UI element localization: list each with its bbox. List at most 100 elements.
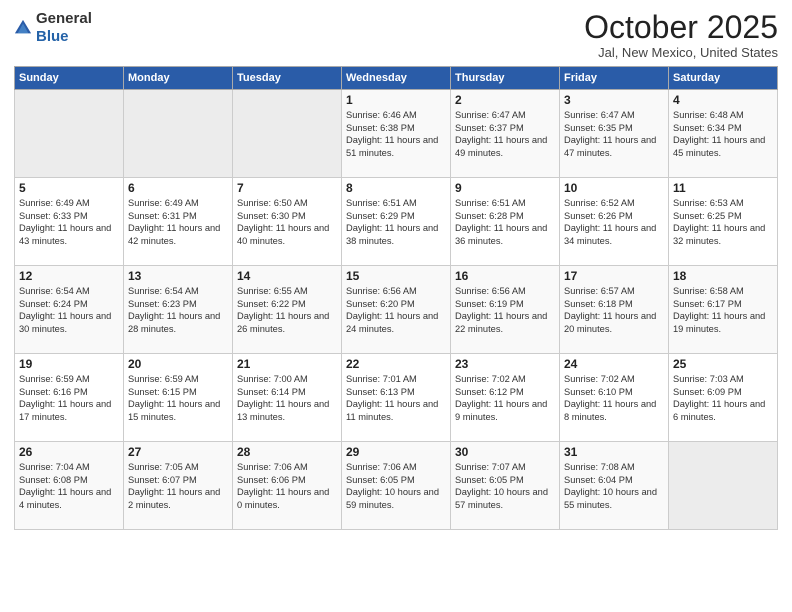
day-number: 28 bbox=[237, 445, 337, 459]
main-container: General Blue October 2025 Jal, New Mexic… bbox=[0, 0, 792, 540]
cell-w3-d1: 12Sunrise: 6:54 AMSunset: 6:24 PMDayligh… bbox=[15, 266, 124, 354]
day-number: 30 bbox=[455, 445, 555, 459]
header-row: Sunday Monday Tuesday Wednesday Thursday… bbox=[15, 67, 778, 90]
cell-w2-d2: 6Sunrise: 6:49 AMSunset: 6:31 PMDaylight… bbox=[124, 178, 233, 266]
day-number: 29 bbox=[346, 445, 446, 459]
cell-content: Sunrise: 6:56 AMSunset: 6:19 PMDaylight:… bbox=[455, 285, 555, 335]
week-row-1: 1 Sunrise: 6:46 AMSunset: 6:38 PMDaylight… bbox=[15, 90, 778, 178]
cell-content: Sunrise: 6:52 AMSunset: 6:26 PMDaylight:… bbox=[564, 197, 664, 247]
cell-w4-d6: 24 Sunrise: 7:02 AMSunset: 6:10 PMDayligh… bbox=[560, 354, 669, 442]
cell-w3-d2: 13 Sunrise: 6:54 AMSunset: 6:23 PMDayligh… bbox=[124, 266, 233, 354]
logo-text: General Blue bbox=[36, 10, 92, 46]
cell-content: Sunrise: 7:03 AMSunset: 6:09 PMDaylight:… bbox=[673, 373, 773, 423]
cell-w4-d4: 22 Sunrise: 7:01 AMSunset: 6:13 PMDayligh… bbox=[342, 354, 451, 442]
cell-w4-d2: 20 Sunrise: 6:59 AMSunset: 6:15 PMDayligh… bbox=[124, 354, 233, 442]
col-friday: Friday bbox=[560, 67, 669, 90]
logo-icon bbox=[14, 19, 32, 37]
cell-content: Sunrise: 6:59 AMSunset: 6:16 PMDaylight:… bbox=[19, 373, 119, 423]
week-row-3: 12Sunrise: 6:54 AMSunset: 6:24 PMDayligh… bbox=[15, 266, 778, 354]
cell-w4-d1: 19Sunrise: 6:59 AMSunset: 6:16 PMDayligh… bbox=[15, 354, 124, 442]
day-number: 6 bbox=[128, 181, 228, 195]
cell-w3-d4: 15Sunrise: 6:56 AMSunset: 6:20 PMDayligh… bbox=[342, 266, 451, 354]
col-wednesday: Wednesday bbox=[342, 67, 451, 90]
location: Jal, New Mexico, United States bbox=[584, 45, 778, 60]
header-area: General Blue October 2025 Jal, New Mexic… bbox=[14, 10, 778, 60]
logo: General Blue bbox=[14, 10, 92, 46]
cell-content: Sunrise: 6:46 AMSunset: 6:38 PMDaylight:… bbox=[346, 109, 446, 159]
cell-content: Sunrise: 7:06 AMSunset: 6:06 PMDaylight:… bbox=[237, 461, 337, 511]
cell-content: Sunrise: 6:53 AMSunset: 6:25 PMDaylight:… bbox=[673, 197, 773, 247]
day-number: 31 bbox=[564, 445, 664, 459]
col-saturday: Saturday bbox=[669, 67, 778, 90]
cell-w1-d6: 3 Sunrise: 6:47 AMSunset: 6:35 PMDaylight… bbox=[560, 90, 669, 178]
cell-w1-d4: 1 Sunrise: 6:46 AMSunset: 6:38 PMDaylight… bbox=[342, 90, 451, 178]
cell-content: Sunrise: 7:01 AMSunset: 6:13 PMDaylight:… bbox=[346, 373, 446, 423]
cell-content: Sunrise: 7:02 AMSunset: 6:12 PMDaylight:… bbox=[455, 373, 555, 423]
cell-content: Sunrise: 6:49 AMSunset: 6:33 PMDaylight:… bbox=[19, 197, 119, 247]
cell-content: Sunrise: 6:58 AMSunset: 6:17 PMDaylight:… bbox=[673, 285, 773, 335]
day-number: 20 bbox=[128, 357, 228, 371]
cell-w2-d6: 10Sunrise: 6:52 AMSunset: 6:26 PMDayligh… bbox=[560, 178, 669, 266]
cell-w5-d7 bbox=[669, 442, 778, 530]
cell-content: Sunrise: 6:48 AMSunset: 6:34 PMDaylight:… bbox=[673, 109, 773, 159]
cell-w3-d3: 14 Sunrise: 6:55 AMSunset: 6:22 PMDayligh… bbox=[233, 266, 342, 354]
cell-content: Sunrise: 7:02 AMSunset: 6:10 PMDaylight:… bbox=[564, 373, 664, 423]
cell-content: Sunrise: 6:50 AMSunset: 6:30 PMDaylight:… bbox=[237, 197, 337, 247]
day-number: 24 bbox=[564, 357, 664, 371]
day-number: 7 bbox=[237, 181, 337, 195]
col-monday: Monday bbox=[124, 67, 233, 90]
cell-content: Sunrise: 7:04 AMSunset: 6:08 PMDaylight:… bbox=[19, 461, 119, 511]
cell-content: Sunrise: 6:57 AMSunset: 6:18 PMDaylight:… bbox=[564, 285, 664, 335]
cell-content: Sunrise: 6:47 AMSunset: 6:37 PMDaylight:… bbox=[455, 109, 555, 159]
cell-w4-d5: 23 Sunrise: 7:02 AMSunset: 6:12 PMDayligh… bbox=[451, 354, 560, 442]
cell-content: Sunrise: 6:54 AMSunset: 6:24 PMDaylight:… bbox=[19, 285, 119, 335]
day-number: 18 bbox=[673, 269, 773, 283]
cell-w2-d7: 11 Sunrise: 6:53 AMSunset: 6:25 PMDayligh… bbox=[669, 178, 778, 266]
calendar-table: Sunday Monday Tuesday Wednesday Thursday… bbox=[14, 66, 778, 530]
day-number: 22 bbox=[346, 357, 446, 371]
week-row-2: 5Sunrise: 6:49 AMSunset: 6:33 PMDaylight… bbox=[15, 178, 778, 266]
cell-content: Sunrise: 7:05 AMSunset: 6:07 PMDaylight:… bbox=[128, 461, 228, 511]
cell-content: Sunrise: 6:54 AMSunset: 6:23 PMDaylight:… bbox=[128, 285, 228, 335]
cell-content: Sunrise: 7:06 AMSunset: 6:05 PMDaylight:… bbox=[346, 461, 446, 511]
cell-w5-d1: 26Sunrise: 7:04 AMSunset: 6:08 PMDayligh… bbox=[15, 442, 124, 530]
day-number: 3 bbox=[564, 93, 664, 107]
day-number: 25 bbox=[673, 357, 773, 371]
cell-content: Sunrise: 6:51 AMSunset: 6:29 PMDaylight:… bbox=[346, 197, 446, 247]
cell-w1-d7: 4 Sunrise: 6:48 AMSunset: 6:34 PMDaylight… bbox=[669, 90, 778, 178]
day-number: 8 bbox=[346, 181, 446, 195]
col-tuesday: Tuesday bbox=[233, 67, 342, 90]
day-number: 17 bbox=[564, 269, 664, 283]
day-number: 14 bbox=[237, 269, 337, 283]
cell-content: Sunrise: 7:00 AMSunset: 6:14 PMDaylight:… bbox=[237, 373, 337, 423]
cell-w1-d1 bbox=[15, 90, 124, 178]
cell-w5-d5: 30 Sunrise: 7:07 AMSunset: 6:05 PMDayligh… bbox=[451, 442, 560, 530]
cell-w2-d5: 9 Sunrise: 6:51 AMSunset: 6:28 PMDaylight… bbox=[451, 178, 560, 266]
cell-content: Sunrise: 6:55 AMSunset: 6:22 PMDaylight:… bbox=[237, 285, 337, 335]
day-number: 4 bbox=[673, 93, 773, 107]
cell-content: Sunrise: 7:07 AMSunset: 6:05 PMDaylight:… bbox=[455, 461, 555, 511]
cell-content: Sunrise: 6:59 AMSunset: 6:15 PMDaylight:… bbox=[128, 373, 228, 423]
cell-content: Sunrise: 6:47 AMSunset: 6:35 PMDaylight:… bbox=[564, 109, 664, 159]
day-number: 1 bbox=[346, 93, 446, 107]
day-number: 13 bbox=[128, 269, 228, 283]
week-row-4: 19Sunrise: 6:59 AMSunset: 6:16 PMDayligh… bbox=[15, 354, 778, 442]
cell-w5-d6: 31Sunrise: 7:08 AMSunset: 6:04 PMDayligh… bbox=[560, 442, 669, 530]
logo-blue: Blue bbox=[36, 28, 69, 45]
col-thursday: Thursday bbox=[451, 67, 560, 90]
day-number: 11 bbox=[673, 181, 773, 195]
month-title: October 2025 bbox=[584, 10, 778, 45]
day-number: 16 bbox=[455, 269, 555, 283]
cell-w5-d3: 28 Sunrise: 7:06 AMSunset: 6:06 PMDayligh… bbox=[233, 442, 342, 530]
cell-w3-d6: 17 Sunrise: 6:57 AMSunset: 6:18 PMDayligh… bbox=[560, 266, 669, 354]
logo-general: General bbox=[36, 10, 92, 27]
week-row-5: 26Sunrise: 7:04 AMSunset: 6:08 PMDayligh… bbox=[15, 442, 778, 530]
cell-w2-d1: 5Sunrise: 6:49 AMSunset: 6:33 PMDaylight… bbox=[15, 178, 124, 266]
cell-w1-d3 bbox=[233, 90, 342, 178]
cell-content: Sunrise: 6:51 AMSunset: 6:28 PMDaylight:… bbox=[455, 197, 555, 247]
day-number: 9 bbox=[455, 181, 555, 195]
day-number: 2 bbox=[455, 93, 555, 107]
cell-w4-d3: 21Sunrise: 7:00 AMSunset: 6:14 PMDayligh… bbox=[233, 354, 342, 442]
day-number: 23 bbox=[455, 357, 555, 371]
cell-w5-d2: 27Sunrise: 7:05 AMSunset: 6:07 PMDayligh… bbox=[124, 442, 233, 530]
